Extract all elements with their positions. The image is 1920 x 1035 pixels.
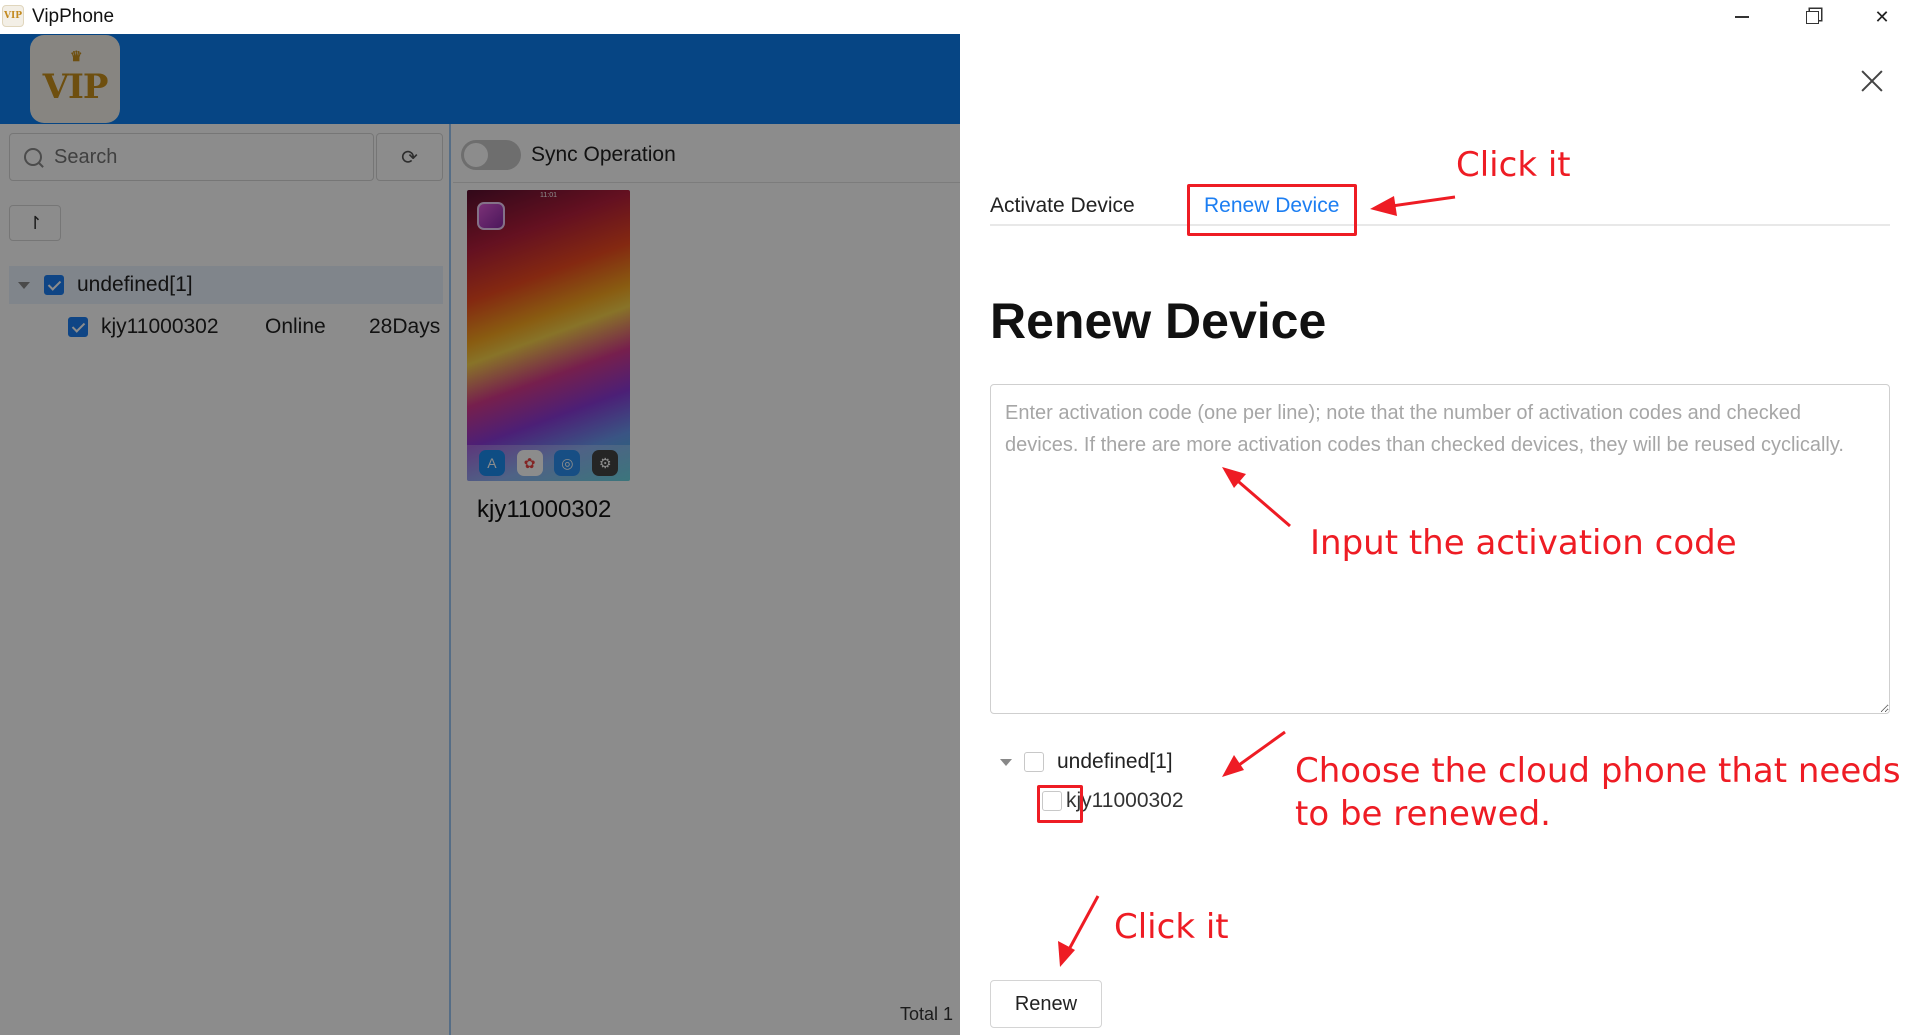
window-titlebar: VIP VipPhone ✕ [0,0,1920,34]
caret-down-icon[interactable] [1000,758,1012,766]
window-title: VipPhone [32,6,115,27]
modal-overlay[interactable] [0,34,960,1035]
close-icon[interactable] [1855,65,1889,99]
renew-group-checkbox[interactable] [1024,752,1044,772]
annotation-choose-line2: to be renewed. [1295,794,1551,834]
annotation-click-renew: Click it [1114,907,1229,947]
annotation-choose-line1: Choose the cloud phone that needs [1295,751,1901,791]
renew-device-name: kjy11000302 [1066,789,1184,812]
annotation-box-device-checkbox [1037,785,1083,823]
restore-icon[interactable] [1782,0,1842,34]
drawer-tabs: Activate Device Renew Device [990,176,1890,226]
drawer-title: Renew Device [990,293,1327,349]
renew-group-label: undefined[1] [1057,750,1173,773]
annotation-box-renew-tab [1187,184,1357,236]
annotation-click-tab: Click it [1456,145,1571,185]
app-icon: VIP [2,5,24,27]
minimize-icon[interactable] [1712,0,1772,34]
tab-activate-device[interactable]: Activate Device [990,194,1135,218]
renew-button[interactable]: Renew [990,980,1102,1028]
annotation-input-code: Input the activation code [1310,523,1737,563]
renew-tree-group[interactable]: undefined[1] [1000,744,1173,780]
window-close-icon[interactable]: ✕ [1852,0,1912,34]
